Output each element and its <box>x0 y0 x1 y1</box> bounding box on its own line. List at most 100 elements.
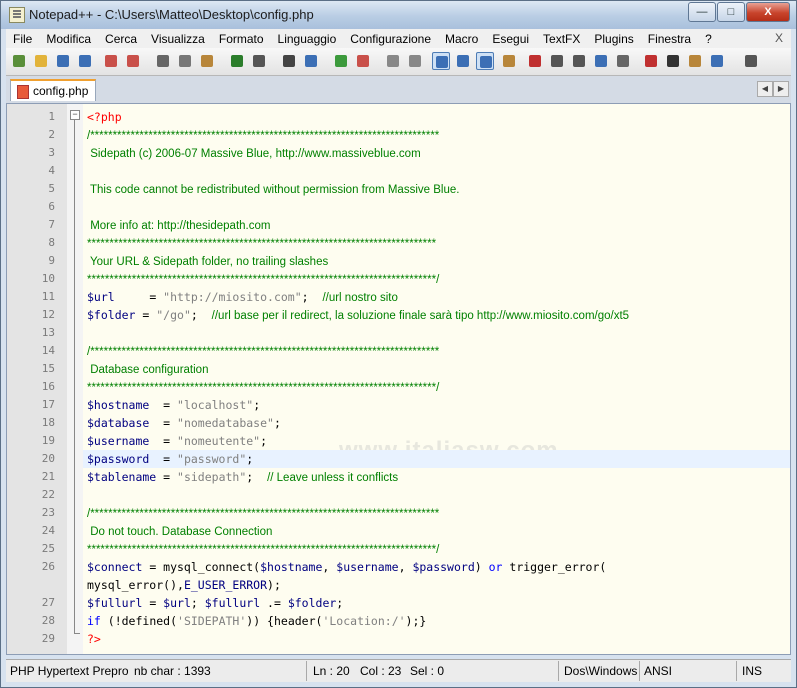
menu-help[interactable]: ? <box>698 32 719 46</box>
show-all-chars-button[interactable] <box>454 52 472 70</box>
sync-horizontal-button[interactable] <box>406 52 424 70</box>
code-line[interactable]: 19 $username = "nomeutente"; <box>42 432 790 450</box>
menu-finestra[interactable]: Finestra <box>641 32 698 46</box>
code-line[interactable]: 17 $hostname = "localhost"; <box>42 396 790 414</box>
code-line[interactable]: 23 /*************************************… <box>42 504 790 522</box>
code-editor[interactable]: − www.italiasw.com 1<?php2/*************… <box>6 103 791 655</box>
maximize-button[interactable]: □ <box>717 2 745 22</box>
line-text: ****************************************… <box>87 234 436 253</box>
line-number: 1 <box>48 110 55 123</box>
clipboard-button[interactable] <box>686 52 704 70</box>
zoom-out-button[interactable] <box>354 52 372 70</box>
code-line[interactable]: 27 $fullurl = $url; $fullurl .= $folder; <box>42 594 790 612</box>
code-line[interactable]: 6 <box>48 198 790 216</box>
save-macro-button[interactable] <box>614 52 632 70</box>
menu-esegui[interactable]: Esegui <box>485 32 536 46</box>
zoom-in-button[interactable] <box>332 52 350 70</box>
token-plain: = <box>149 452 178 466</box>
menu-linguaggio[interactable]: Linguaggio <box>271 32 344 46</box>
token-str: "/go" <box>156 308 191 322</box>
tab-bar: config.php ◀ ▶ <box>6 76 791 103</box>
replace-button[interactable] <box>302 52 320 70</box>
menu-formato[interactable]: Formato <box>212 32 271 46</box>
code-line[interactable]: 21 $tablename = "sidepath"; // Leave unle… <box>42 468 790 486</box>
code-line[interactable]: 18 $database = "nomedatabase"; <box>42 414 790 432</box>
code-line[interactable]: 24 Do not touch. Database Connection <box>42 522 790 540</box>
tab-config-php[interactable]: config.php <box>10 79 96 101</box>
menu-cerca[interactable]: Cerca <box>98 32 144 46</box>
word-wrap-button[interactable] <box>432 52 450 70</box>
code-line[interactable]: 8 ***************************************… <box>48 234 790 253</box>
code-line[interactable]: mysql_error(),E_USER_ERROR); <box>83 576 790 594</box>
line-number: 28 <box>41 614 55 627</box>
record-macro-button[interactable] <box>526 52 544 70</box>
line-text: $fullurl = $url; $fullurl .= $folder; <box>87 594 343 612</box>
html-export-button[interactable] <box>664 52 682 70</box>
menu-modifica[interactable]: Modifica <box>39 32 98 46</box>
cut-button[interactable] <box>154 52 172 70</box>
menu-textfx[interactable]: TextFX <box>536 32 587 46</box>
line-text: $username = "nomeutente"; <box>87 432 267 450</box>
redo-button[interactable] <box>250 52 268 70</box>
line-number: 5 <box>48 182 55 195</box>
title-bar[interactable]: Notepad++ - C:\Users\Matteo\Desktop\conf… <box>1 1 796 29</box>
minimize-button[interactable]: — <box>688 2 716 22</box>
paste-button[interactable] <box>198 52 216 70</box>
code-line[interactable]: 20 $password = "password"; <box>42 450 790 468</box>
document-close-button[interactable]: X <box>775 31 783 45</box>
tab-scroll-left-button[interactable]: ◀ <box>757 81 773 97</box>
code-line[interactable]: 7 More info at: http://thesidepath.com <box>48 216 790 234</box>
print-button[interactable] <box>742 52 760 70</box>
code-line[interactable]: 5 This code cannot be redistributed with… <box>48 180 790 198</box>
copy-icon <box>179 55 191 67</box>
close-all-button[interactable] <box>124 52 142 70</box>
code-line[interactable]: 1 <?php <box>48 108 790 126</box>
fold-toggle-icon[interactable]: − <box>70 110 80 120</box>
close-button[interactable] <box>102 52 120 70</box>
save-button[interactable] <box>54 52 72 70</box>
menu-file[interactable]: File <box>6 32 39 46</box>
token-plain: = <box>114 290 164 304</box>
find-button[interactable] <box>280 52 298 70</box>
code-line[interactable]: 14 /*************************************… <box>42 342 790 360</box>
code-line[interactable]: 25 **************************************… <box>42 540 790 558</box>
menu-configurazione[interactable]: Configurazione <box>343 32 438 46</box>
save-all-button[interactable] <box>76 52 94 70</box>
tab-scroll-right-button[interactable]: ▶ <box>773 81 789 97</box>
menu-visualizza[interactable]: Visualizza <box>144 32 212 46</box>
code-line[interactable]: 10 **************************************… <box>42 270 790 288</box>
code-line[interactable]: 29 ?> <box>42 630 790 648</box>
code-line[interactable]: 12 $folder = "/go"; //url base per il red… <box>42 306 790 324</box>
new-file-button[interactable] <box>10 52 28 70</box>
pdf-button[interactable] <box>642 52 660 70</box>
window-title: Notepad++ - C:\Users\Matteo\Desktop\conf… <box>29 7 314 22</box>
code-line[interactable]: 13 <box>42 324 790 342</box>
code-line[interactable]: 4 <box>48 162 790 180</box>
code-line[interactable]: 15 Database configuration <box>42 360 790 378</box>
spell-check-button[interactable] <box>708 52 726 70</box>
code-line[interactable]: 22 <box>42 486 790 504</box>
copy-button[interactable] <box>176 52 194 70</box>
code-line[interactable]: 16 **************************************… <box>42 378 790 396</box>
code-line[interactable]: 2 /**************************************… <box>48 126 790 144</box>
code-line[interactable]: 3 Sidepath (c) 2006-07 Massive Blue, htt… <box>48 144 790 162</box>
line-number: 26 <box>41 560 55 573</box>
code-line[interactable]: 9 Your URL & Sidepath folder, no trailin… <box>48 252 790 270</box>
line-text: $connect = mysql_connect($hostname, $use… <box>87 558 606 576</box>
play-macro-button[interactable] <box>570 52 588 70</box>
code-line[interactable]: 28 if (!defined('SIDEPATH')) {header('Loc… <box>42 612 790 630</box>
sync-vertical-button[interactable] <box>384 52 402 70</box>
run-multi-button[interactable] <box>592 52 610 70</box>
code-area[interactable]: www.italiasw.com 1<?php2/***************… <box>42 104 790 654</box>
code-line[interactable]: 11 $url = "http://miosito.com"; //url nos… <box>42 288 790 306</box>
menu-macro[interactable]: Macro <box>438 32 485 46</box>
indent-guide-button[interactable] <box>476 52 494 70</box>
open-file-button[interactable] <box>32 52 50 70</box>
close-button[interactable]: X <box>746 2 790 22</box>
stop-macro-button[interactable] <box>548 52 566 70</box>
undo-button[interactable] <box>228 52 246 70</box>
menu-plugins[interactable]: Plugins <box>587 32 640 46</box>
code-line[interactable]: 26 $connect = mysql_connect($hostname, $u… <box>42 558 790 576</box>
user-lang-button[interactable] <box>500 52 518 70</box>
line-number: 20 <box>41 452 55 465</box>
